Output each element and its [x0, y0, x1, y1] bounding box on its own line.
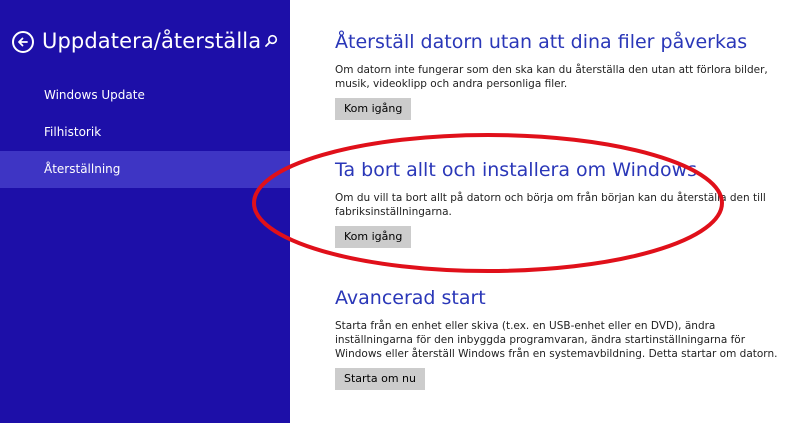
sidebar-item-filhistorik[interactable]: Filhistorik — [0, 114, 290, 151]
arrow-left-icon — [18, 37, 28, 47]
section-description: Starta från en enhet eller skiva (t.ex. … — [335, 320, 778, 360]
section-title: Avancerad start — [335, 287, 486, 309]
section-reset-keep-files: Återställ datorn utan att dina filer påv… — [335, 31, 780, 120]
sidebar-item-aterstallning[interactable]: Återställning — [0, 151, 290, 188]
get-started-reset-button[interactable]: Kom igång — [335, 226, 412, 248]
search-icon[interactable] — [263, 33, 279, 49]
section-advanced-startup: Avancerad start Starta från en enhet ell… — [335, 287, 780, 390]
restart-now-button[interactable]: Starta om nu — [335, 368, 425, 390]
section-description: Om datorn inte fungerar som den ska kan … — [335, 64, 768, 90]
section-title: Återställ datorn utan att dina filer påv… — [335, 31, 748, 53]
page-title: Uppdatera/återställa — [42, 29, 262, 53]
sidebar-item-windows-update[interactable]: Windows Update — [0, 77, 290, 114]
section-description: Om du vill ta bort allt på datorn och bö… — [335, 192, 766, 218]
section-remove-everything: Ta bort allt och installera om Windows O… — [335, 159, 780, 248]
pc-settings-window: Uppdatera/återställa Windows Update Filh… — [0, 0, 788, 423]
section-title: Ta bort allt och installera om Windows — [335, 159, 698, 181]
back-button[interactable] — [12, 31, 34, 53]
get-started-refresh-button[interactable]: Kom igång — [335, 98, 412, 120]
sidebar-nav: Windows Update Filhistorik Återställning — [0, 77, 290, 188]
sidebar: Uppdatera/återställa Windows Update Filh… — [0, 0, 290, 423]
main-content: Återställ datorn utan att dina filer påv… — [290, 0, 788, 423]
